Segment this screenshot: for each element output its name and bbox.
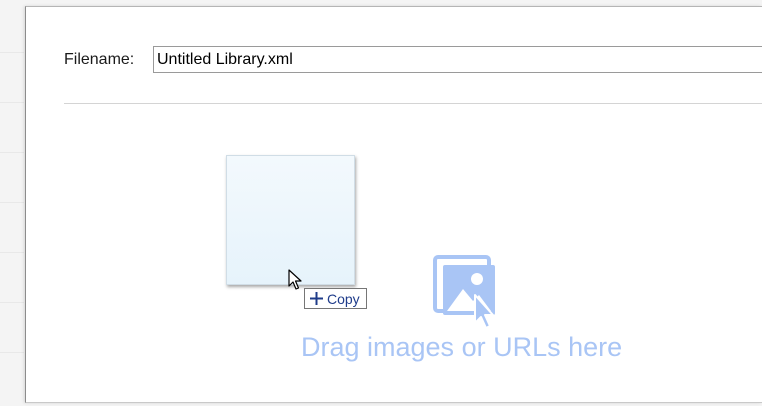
background-divider (0, 102, 24, 103)
background-divider (0, 152, 24, 153)
separator (64, 103, 762, 104)
background-divider (0, 52, 24, 53)
arrow-cursor-icon (288, 269, 302, 290)
background-divider (0, 202, 24, 203)
background-divider (0, 352, 24, 353)
library-dialog: Filename: Drag images or URLs here Copy (25, 6, 762, 403)
drag-preview (226, 155, 355, 285)
filename-input[interactable] (153, 46, 762, 73)
copy-drag-tooltip: Copy (304, 288, 367, 309)
filename-label: Filename: (64, 51, 135, 68)
drop-zone-text: Drag images or URLs here (301, 332, 623, 362)
background-divider (0, 302, 24, 303)
image-drop-icon (433, 255, 495, 329)
copy-tooltip-label: Copy (327, 290, 360, 307)
plus-icon (310, 292, 323, 305)
background-divider (0, 252, 24, 253)
